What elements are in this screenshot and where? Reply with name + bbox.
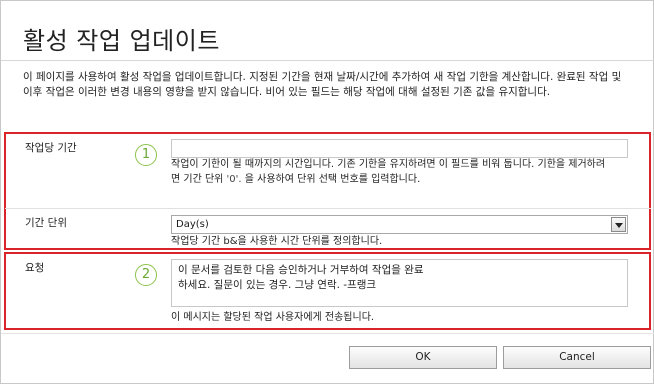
update-active-tasks-dialog: 활성 작업 업데이트 이 페이지를 사용하여 활성 작업을 업데이트합니다. 지… — [0, 0, 654, 384]
duration-help-code: '0'. — [226, 174, 242, 185]
dialog-title: 활성 작업 업데이트 — [23, 27, 220, 55]
duration-help-part2: 을 사용하여 단위 선택 번호를 입력합니다. — [244, 174, 421, 185]
step-2-marker: 2 — [135, 264, 157, 286]
step-1-marker: 1 — [135, 144, 157, 166]
duration-unit-select[interactable]: Day(s) — [171, 215, 628, 234]
intro-text: 이 페이지를 사용하여 활성 작업을 업데이트합니다. 지정된 기간을 현재 날… — [23, 71, 622, 98]
duration-unit-help: 작업당 기간 b&을 사용한 시간 단위를 정의합니다. — [171, 236, 383, 247]
request-help: 이 메시지는 할당된 작업 사용자에게 전송됩니다. — [171, 312, 375, 323]
duration-unit-selected: Day(s) — [176, 219, 209, 230]
chevron-down-icon[interactable] — [611, 217, 626, 232]
title-divider — [1, 60, 654, 61]
duration-label: 작업당 기간 — [25, 142, 77, 154]
duration-help: 작업이 기한이 될 때까지의 시간입니다. 기존 기한을 유지하려면 이 필드를… — [171, 157, 611, 187]
cancel-button[interactable]: Cancel — [503, 346, 651, 369]
duration-unit-label: 기간 단위 — [25, 217, 67, 229]
duration-divider — [5, 208, 651, 209]
request-textarea[interactable]: 이 문서를 검토한 다음 승인하거나 거부하여 작업을 완료 하세요. 질문이 … — [171, 259, 628, 307]
ok-button[interactable]: OK — [349, 346, 497, 369]
duration-input[interactable] — [171, 139, 628, 158]
footer-divider — [1, 333, 654, 334]
request-label: 요청 — [25, 262, 45, 274]
